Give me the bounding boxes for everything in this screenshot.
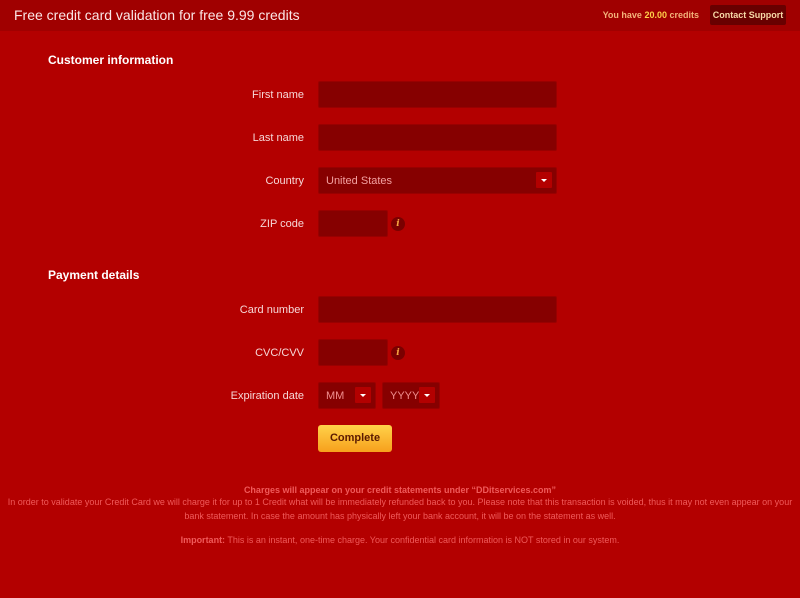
customer-info-heading: Customer information: [48, 53, 174, 67]
zip-code-label: ZIP code: [260, 218, 304, 230]
first-name-label: First name: [252, 89, 304, 101]
zip-code-input[interactable]: [318, 210, 388, 237]
credits-suffix: credits: [669, 10, 699, 20]
complete-button[interactable]: Complete: [318, 425, 392, 452]
important-text: This is an instant, one-time charge. You…: [227, 535, 620, 545]
cvc-info-icon[interactable]: i: [391, 346, 405, 360]
chevron-down-icon[interactable]: [355, 387, 371, 403]
month-selected-value: MM: [326, 390, 345, 402]
expiration-month-select[interactable]: MM: [318, 382, 376, 409]
validation-notice-line2: bank statement. In case the amount has p…: [184, 511, 616, 521]
important-label: Important:: [180, 535, 226, 545]
zip-info-icon[interactable]: i: [391, 217, 405, 231]
last-name-label: Last name: [252, 132, 304, 144]
chevron-down-icon[interactable]: [419, 387, 435, 403]
country-selected-value: United States: [326, 175, 393, 187]
cvc-input[interactable]: [318, 339, 388, 366]
top-bar: Free credit card validation for free 9.9…: [0, 0, 800, 31]
expiration-date-label: Expiration date: [230, 390, 304, 402]
credits-balance: You have 20.00 credits: [603, 10, 699, 20]
credits-value: 20.00: [644, 10, 667, 20]
credits-prefix: You have: [602, 10, 642, 20]
first-name-input[interactable]: [318, 81, 557, 108]
expiration-year-select[interactable]: YYYY: [382, 382, 440, 409]
year-selected-value: YYYY: [390, 390, 420, 402]
country-label: Country: [265, 175, 304, 187]
card-number-label: Card number: [239, 304, 304, 316]
chevron-down-icon[interactable]: [536, 172, 552, 188]
last-name-input[interactable]: [318, 124, 557, 151]
country-select[interactable]: United States: [318, 167, 557, 194]
payment-details-heading: Payment details: [48, 268, 140, 282]
page-title: Free credit card validation for free 9.9…: [14, 7, 300, 23]
important-notice: Important: This is an instant, one-time …: [0, 533, 800, 547]
contact-support-button[interactable]: Contact Support: [710, 5, 786, 25]
validation-notice-line1: In order to validate your Credit Card we…: [7, 497, 793, 507]
cvc-label: CVC/CVV: [255, 347, 304, 359]
card-number-input[interactable]: [318, 296, 557, 323]
